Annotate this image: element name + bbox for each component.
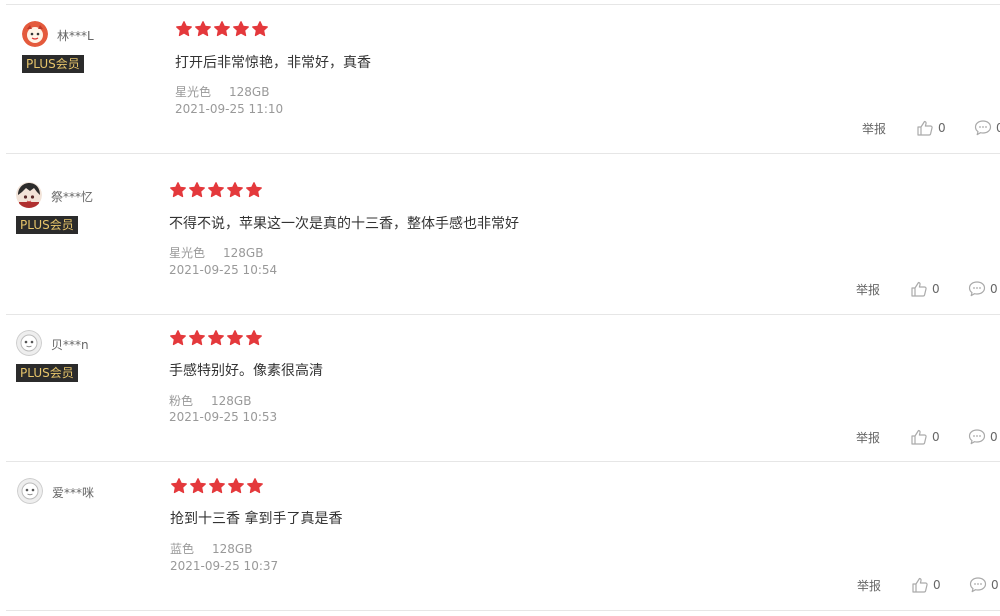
- report-button[interactable]: 举报: [862, 120, 886, 137]
- like-count: 0: [932, 282, 940, 296]
- reply-button[interactable]: 0: [974, 118, 1000, 138]
- review-time: 2021-09-25 10:54: [169, 263, 278, 277]
- star-icon: [209, 478, 225, 494]
- like-button[interactable]: 0: [911, 575, 941, 595]
- star-icon: [190, 478, 206, 494]
- reply-button[interactable]: 0: [969, 575, 999, 595]
- thumbs-up-icon: [916, 119, 934, 137]
- star-icon: [195, 21, 211, 37]
- star-icon: [176, 21, 192, 37]
- star-rating: [170, 182, 262, 198]
- product-color: 粉色: [169, 394, 194, 408]
- plus-member-badge: PLUS会员: [16, 364, 78, 382]
- star-icon: [247, 478, 263, 494]
- like-count: 0: [932, 430, 940, 444]
- star-icon: [208, 182, 224, 198]
- star-icon: [227, 330, 243, 346]
- plus-member-badge: PLUS会员: [22, 55, 84, 73]
- star-icon: [252, 21, 268, 37]
- report-button[interactable]: 举报: [856, 281, 880, 298]
- star-icon: [233, 21, 249, 37]
- star-icon: [246, 330, 262, 346]
- review-content: 打开后非常惊艳，非常好，真香: [175, 55, 371, 71]
- product-spec: 星光色 128GB: [175, 83, 287, 100]
- review-content: 不得不说，苹果这一次是真的十三香，整体手感也非常好: [169, 216, 519, 232]
- reviewer-name: 林***L: [57, 29, 94, 43]
- star-icon: [214, 21, 230, 37]
- default-gray-avatar-icon[interactable]: [17, 478, 43, 504]
- product-storage: 128GB: [212, 542, 253, 556]
- star-icon: [171, 478, 187, 494]
- reply-count: 0: [990, 282, 998, 296]
- star-icon: [246, 182, 262, 198]
- thumbs-up-icon: [910, 428, 928, 446]
- product-spec: 粉色 128GB: [169, 392, 269, 409]
- like-count: 0: [933, 578, 941, 592]
- comment-bubble-icon: [968, 280, 986, 298]
- star-icon: [208, 330, 224, 346]
- anime-character-avatar-icon[interactable]: [16, 182, 42, 208]
- review-time: 2021-09-25 10:37: [170, 559, 279, 573]
- product-spec: 星光色 128GB: [169, 244, 281, 261]
- star-icon: [170, 330, 186, 346]
- like-button[interactable]: 0: [916, 118, 946, 138]
- red-cartoon-cat-avatar-icon[interactable]: [22, 21, 48, 47]
- star-icon: [189, 330, 205, 346]
- product-storage: 128GB: [229, 85, 270, 99]
- report-button[interactable]: 举报: [856, 429, 880, 446]
- thumbs-up-icon: [910, 280, 928, 298]
- star-rating: [171, 478, 263, 494]
- product-color: 星光色: [175, 85, 212, 99]
- star-icon: [189, 182, 205, 198]
- list-divider: [6, 610, 1000, 611]
- comment-bubble-icon: [974, 119, 992, 137]
- review-time: 2021-09-25 11:10: [175, 102, 284, 116]
- product-color: 星光色: [169, 246, 206, 260]
- reply-count: 0: [990, 430, 998, 444]
- review-time: 2021-09-25 10:53: [169, 410, 278, 424]
- reviewer-name: 贝***n: [51, 338, 89, 352]
- review-item: 祭***忆 PLUS会员 不得不说，苹果这一次是真的十三香，整体手感也非常好 星…: [6, 153, 1000, 314]
- reply-button[interactable]: 0: [968, 279, 998, 299]
- reply-count: 0: [996, 121, 1000, 135]
- like-count: 0: [938, 121, 946, 135]
- product-storage: 128GB: [211, 394, 252, 408]
- report-button[interactable]: 举报: [857, 577, 881, 594]
- star-rating: [170, 330, 262, 346]
- product-spec: 蓝色 128GB: [170, 540, 270, 557]
- reviewer-name: 爱***咪: [52, 486, 95, 500]
- like-button[interactable]: 0: [910, 427, 940, 447]
- star-icon: [170, 182, 186, 198]
- review-item: 贝***n PLUS会员 手感特别好。像素很高清 粉色 128GB 2021-09…: [6, 314, 1000, 461]
- product-storage: 128GB: [223, 246, 264, 260]
- like-button[interactable]: 0: [910, 279, 940, 299]
- review-item: 林***L PLUS会员 打开后非常惊艳，非常好，真香 星光色 128GB 202…: [6, 4, 1000, 153]
- star-icon: [228, 478, 244, 494]
- thumbs-up-icon: [911, 576, 929, 594]
- comment-bubble-icon: [968, 428, 986, 446]
- comment-bubble-icon: [969, 576, 987, 594]
- review-content: 抢到十三香 拿到手了真是香: [170, 511, 343, 527]
- default-gray-avatar-icon[interactable]: [16, 330, 42, 356]
- reply-count: 0: [991, 578, 999, 592]
- review-item: 爱***咪 抢到十三香 拿到手了真是香 蓝色 128GB 2021-09-25 1…: [6, 461, 1000, 610]
- plus-member-badge: PLUS会员: [16, 216, 78, 234]
- star-icon: [227, 182, 243, 198]
- review-content: 手感特别好。像素很高清: [169, 363, 323, 379]
- product-color: 蓝色: [170, 542, 195, 556]
- star-rating: [176, 21, 268, 37]
- reply-button[interactable]: 0: [968, 427, 998, 447]
- reviewer-name: 祭***忆: [51, 190, 94, 204]
